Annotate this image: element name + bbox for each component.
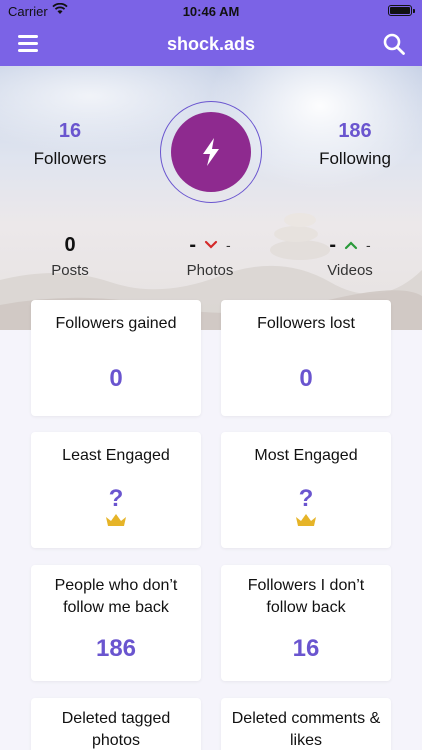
following-count: 186 [338, 120, 372, 142]
followers-count: 16 [58, 120, 82, 142]
posts-stat[interactable]: 0 Posts [30, 232, 110, 280]
followers-gained-card[interactable]: Followers gained 0 [31, 300, 201, 416]
card-title: Most Engaged [254, 447, 358, 464]
card-title: Deleted comments & likes [231, 710, 381, 749]
photos-delta: - [226, 237, 231, 253]
card-title: Followers lost [257, 315, 355, 332]
page-title: shock.ads [166, 34, 256, 54]
followers-label: Followers [33, 149, 107, 168]
followers-lost-card[interactable]: Followers lost 0 [221, 300, 391, 416]
posts-count: 0 [64, 233, 76, 256]
card-title: Followers gained [55, 315, 177, 332]
posts-label: Posts [51, 262, 89, 279]
card-value: 0 [109, 365, 123, 392]
battery-icon [388, 5, 415, 16]
videos-count: - [329, 233, 336, 256]
avatar-image [171, 112, 251, 192]
deleted-tagged-photos-card[interactable]: Deleted tagged photos [31, 698, 201, 750]
chevron-down-icon [204, 240, 218, 249]
card-value: 16 [292, 635, 320, 662]
photos-stat[interactable]: - - Photos [160, 232, 260, 280]
deleted-comments-likes-card[interactable]: Deleted comments & likes [221, 698, 391, 750]
chevron-up-icon [344, 241, 358, 250]
videos-delta: - [366, 237, 371, 253]
following-label: Following [319, 149, 391, 168]
avatar[interactable] [160, 101, 262, 203]
photos-count: - [189, 233, 196, 256]
not-following-back-card[interactable]: People who don’t follow me back 186 [31, 565, 201, 681]
card-value: 0 [299, 365, 313, 392]
clock: 10:46 AM [182, 4, 240, 19]
photos-label: Photos [186, 262, 234, 279]
following-stat[interactable]: 186 Following [300, 120, 410, 169]
card-title: Deleted tagged photos [61, 710, 171, 749]
status-bar: Carrier 10:46 AM [0, 0, 422, 22]
crown-icon [31, 513, 201, 532]
search-icon[interactable] [382, 32, 406, 56]
card-title: Followers I don’t follow back [247, 577, 365, 616]
card-value: ? [108, 485, 124, 512]
lightning-icon [203, 138, 219, 166]
videos-label: Videos [327, 262, 373, 279]
followers-stat[interactable]: 16 Followers [20, 120, 120, 169]
most-engaged-card[interactable]: Most Engaged ? [221, 432, 391, 548]
least-engaged-card[interactable]: Least Engaged ? [31, 432, 201, 548]
crown-icon [221, 513, 391, 532]
card-value: ? [298, 485, 314, 512]
card-title: People who don’t follow me back [54, 577, 178, 616]
not-followed-back-card[interactable]: Followers I don’t follow back 16 [221, 565, 391, 681]
card-value: 186 [95, 635, 137, 662]
card-title: Least Engaged [62, 447, 170, 464]
profile-header: 16 Followers 186 Following 0 Posts - - P… [0, 66, 422, 330]
videos-stat[interactable]: - - Videos [300, 232, 400, 280]
nav-bar: shock.ads [0, 22, 422, 66]
